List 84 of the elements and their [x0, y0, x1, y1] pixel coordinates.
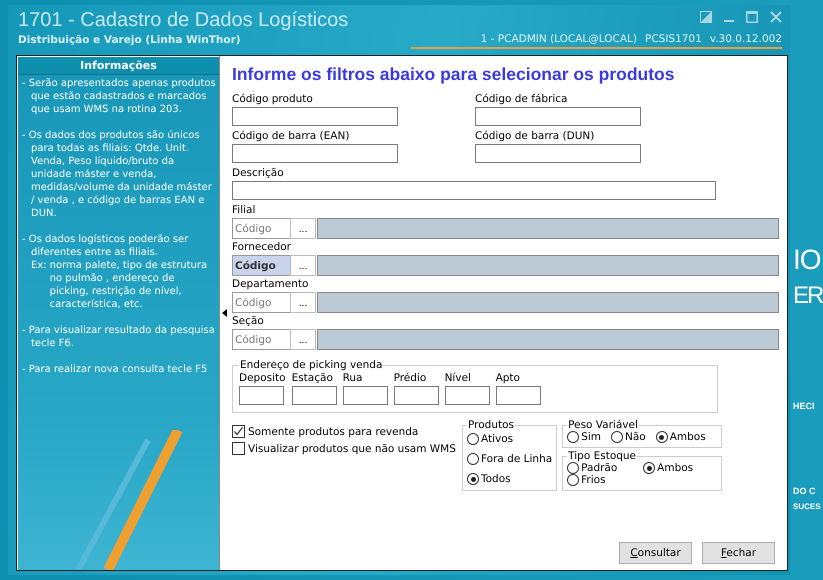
radio-button[interactable] [656, 431, 668, 443]
collapse-arrow-icon[interactable] [222, 309, 226, 317]
radio-option[interactable]: Sim [567, 431, 601, 443]
input-field[interactable] [232, 144, 398, 163]
info-text: - Os dados dos produtos são únicos para todas as filiais: Qtde. Unit. Venda, Peso líquido/bruto da unidade máster e venda, medidas/volume da unidade máster / venda , e código de barras EAN e DUN. [22, 129, 213, 220]
input-field[interactable] [292, 386, 337, 405]
radio-option[interactable]: Não [610, 431, 646, 443]
session-info: 1 - PCADMIN (LOCAL@LOCAL) [480, 33, 637, 45]
background-text: ER [793, 281, 822, 311]
field-label: Seção [232, 314, 265, 328]
checkbox-option[interactable]: Visualizar produtos que não usam WMS [232, 442, 462, 455]
example-text: norma palete, tipo de estrutura no pulmão , endereço de picking, restrição de nível, característica, etc. [50, 259, 208, 311]
input-field[interactable] [496, 386, 541, 405]
code-field[interactable]: Código [232, 329, 290, 350]
background-text: DO C [793, 486, 816, 496]
background-text: HECI [793, 401, 815, 411]
input-field[interactable] [232, 181, 716, 200]
field-label: Prédio [394, 371, 428, 385]
radio-button[interactable] [610, 431, 623, 443]
radio-option[interactable]: Ativos [467, 433, 552, 445]
input-field[interactable] [232, 107, 398, 126]
radio-button[interactable] [567, 474, 580, 486]
code-field[interactable]: Código [232, 292, 290, 313]
search-action-button[interactable]: Consultar [619, 542, 692, 564]
info-text: - Para visualizar resultado da pesquisa tecle F6. [22, 324, 216, 350]
code-field[interactable]: Código [232, 218, 290, 239]
maximize-icon[interactable] [746, 11, 758, 23]
radio-button[interactable] [467, 473, 479, 485]
group-title: Produtos [467, 419, 515, 431]
checkbox[interactable] [232, 425, 245, 438]
field-label: Fornecedor [232, 240, 292, 254]
group-title: Endereço de picking venda [239, 359, 384, 371]
search-button[interactable]: ... [290, 218, 316, 239]
field-label: Código de fábrica [475, 92, 568, 106]
input-field[interactable] [444, 386, 490, 405]
input-field[interactable] [475, 144, 641, 163]
search-button[interactable]: ... [290, 329, 316, 350]
info-text: - Serão apresentados apenas produtos que estão cadastrados e marcados que usam WMS na rotina 203. [22, 77, 216, 116]
info-text: - Para realizar nova consulta tecle F5 [22, 363, 208, 376]
radio-button[interactable] [467, 433, 479, 445]
field-label: Código de barra (EAN) [232, 129, 350, 143]
radio-button[interactable] [467, 453, 479, 465]
radio-option[interactable]: Todos [467, 473, 552, 485]
input-field[interactable] [394, 386, 439, 405]
info-text: - Os dados logísticos poderão ser diferentes entre as filiais. [22, 233, 190, 259]
field-label: Rua [342, 371, 364, 385]
field-label: Estação [292, 371, 334, 385]
radio-option[interactable]: Ambos [643, 462, 714, 474]
radio-option[interactable]: Fora de Linha [467, 453, 552, 465]
checkbox[interactable] [232, 442, 245, 455]
window-title: 1701 - Cadastro de Dados Logísticos [18, 9, 348, 32]
radio-button[interactable] [567, 431, 580, 443]
radio-option[interactable]: Ambos [656, 431, 706, 443]
field-label: Código produto [232, 92, 314, 106]
field-label: Departamento [232, 277, 310, 291]
radio-option[interactable]: Padrão [567, 462, 644, 474]
search-button[interactable]: ... [290, 255, 316, 276]
radio-button[interactable] [643, 462, 656, 474]
close-button[interactable]: Fechar [702, 542, 775, 564]
field-label: Filial [232, 203, 256, 217]
input-field[interactable] [342, 386, 388, 405]
field-label: Código de barra (DUN) [475, 129, 596, 143]
info-panel-title: Informações [18, 57, 219, 75]
checkbox-option[interactable]: Somente produtos para revenda [232, 425, 462, 438]
group-title: Tipo Estoque [567, 450, 638, 462]
code-field[interactable]: Código [232, 255, 290, 276]
field-label: Nível [444, 371, 472, 385]
field-label: Deposito [239, 371, 286, 385]
radio-option[interactable]: Frios [567, 474, 644, 486]
routine-code: PCSIS1701 [644, 33, 702, 45]
group-title: Peso Variável [567, 419, 639, 431]
input-field[interactable] [239, 386, 284, 405]
close-icon[interactable] [770, 11, 782, 23]
radio-button[interactable] [567, 462, 580, 474]
version-text: v.30.0.12.002 [710, 33, 782, 45]
field-label: Descrição [232, 166, 285, 180]
example-label: Ex: [31, 259, 47, 273]
background-text: SUCES [793, 502, 821, 511]
field-label: Apto [496, 371, 521, 385]
form-heading: Informe os filtros abaixo para selecionar os produtos [232, 64, 676, 85]
input-field[interactable] [475, 107, 641, 126]
background-text: IO [793, 244, 821, 276]
window-subtitle: Distribuição e Varejo (Linha WinThor) [18, 34, 242, 46]
search-button[interactable]: ... [290, 292, 316, 313]
